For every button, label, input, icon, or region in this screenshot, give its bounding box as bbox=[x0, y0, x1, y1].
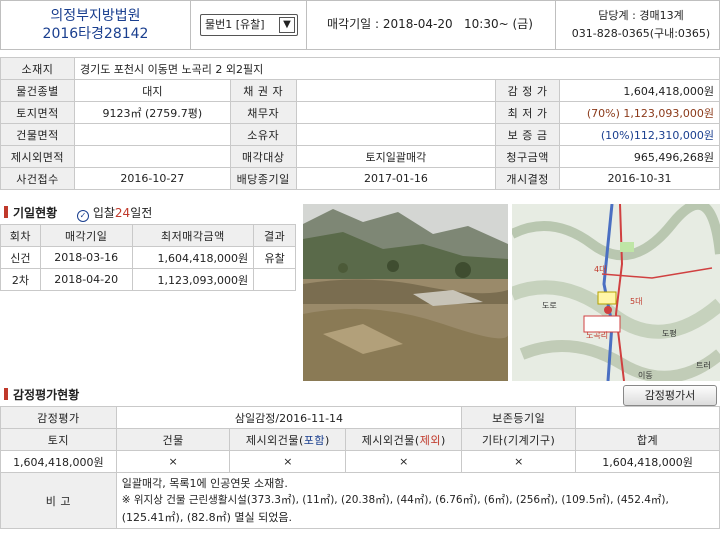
owner-label: 소유자 bbox=[229, 123, 297, 146]
appraisal-report-button[interactable]: 감정평가서 bbox=[623, 385, 717, 406]
retention-date-value bbox=[575, 406, 720, 429]
history-col-result: 결과 bbox=[253, 224, 296, 247]
min-price-value: (70%) 1,123,093,000원 bbox=[559, 101, 720, 124]
court-name: 의정부지방법원 bbox=[50, 8, 141, 24]
claim-amount-label: 청구금액 bbox=[495, 145, 561, 168]
map-label: 5대 bbox=[630, 297, 643, 306]
section-bar-icon bbox=[4, 388, 8, 400]
deposit-value: (10%)112,310,000원 bbox=[559, 123, 720, 146]
map-icon bbox=[512, 204, 720, 381]
creditor-label: 채 권 자 bbox=[229, 79, 297, 102]
sale-date: 매각기일 : 2018-04-20 10:30~ (금) bbox=[306, 1, 556, 49]
sale-date-value: : 2018-04-20 10:30~ (금) bbox=[375, 17, 533, 31]
retention-date-label: 보존등기일 bbox=[461, 406, 577, 429]
excluded-area-value bbox=[73, 145, 231, 168]
property-info-table: 소재지 경기도 포천시 이동면 노곡리 2 외2필지 물건종별 대지 채 권 자… bbox=[0, 57, 720, 190]
map-label: 4대 bbox=[594, 265, 607, 274]
col-land: 토지 bbox=[0, 428, 117, 451]
history-title: 기일현황 bbox=[4, 204, 57, 221]
building-area-value bbox=[73, 123, 231, 146]
section-bar-icon bbox=[4, 206, 8, 218]
land-area-value: 9123㎡ (2759.7평) bbox=[73, 101, 231, 124]
item-select-value: 물번1 [유찰] bbox=[205, 18, 265, 31]
col-building: 건물 bbox=[115, 428, 231, 451]
claim-amount-value: 965,496,268원 bbox=[559, 145, 720, 168]
phone-number: 031-828-0365(구내:0365) bbox=[571, 27, 711, 40]
chevron-down-icon[interactable]: ▼ bbox=[279, 17, 295, 33]
type-label: 물건종별 bbox=[0, 79, 75, 102]
col-total: 합계 bbox=[575, 428, 720, 451]
history-col-price: 최저매각금액 bbox=[131, 224, 255, 247]
item-select[interactable]: 물번1 [유찰] ▼ bbox=[200, 14, 298, 36]
map-label: 도평 bbox=[662, 329, 677, 338]
table-row: 신건 2018-03-16 1,604,418,000원 유찰 bbox=[0, 246, 296, 269]
map-label: 트러 bbox=[696, 361, 711, 370]
owner-value bbox=[295, 123, 497, 146]
dividend-deadline-value: 2017-01-16 bbox=[295, 167, 497, 190]
sale-target-label: 매각대상 bbox=[229, 145, 297, 168]
map-label: 노곡리 bbox=[586, 331, 609, 340]
bid-countdown: ✓ 입찰24일전 bbox=[77, 204, 152, 222]
case-header: 의정부지방법원 2016타경28142 물번1 [유찰] ▼ 매각기일 : 20… bbox=[0, 0, 720, 50]
appraisal-org-value: 삼일감정/2016-11-14 bbox=[115, 406, 463, 429]
remark-label: 비 고 bbox=[0, 472, 117, 529]
debtor-label: 채무자 bbox=[229, 101, 297, 124]
debtor-value bbox=[295, 101, 497, 124]
deposit-label: 보 증 금 bbox=[495, 123, 561, 146]
appraisal-price-label: 감 정 가 bbox=[495, 79, 561, 102]
table-row: 2차 2018-04-20 1,123,093,000원 bbox=[0, 268, 296, 291]
excluded-area-label: 제시외면적 bbox=[0, 145, 75, 168]
col-excluded-excl: 제시외건물(제외) bbox=[345, 428, 463, 451]
creditor-value bbox=[295, 79, 497, 102]
appraisal-org-label: 감정평가 bbox=[0, 406, 117, 429]
court-block: 의정부지방법원 2016타경28142 bbox=[1, 1, 191, 49]
location-map[interactable]: 4대 5대 도로 이동 노곡리 도평 트러 bbox=[512, 204, 720, 381]
start-decision-value: 2016-10-31 bbox=[559, 167, 720, 190]
remark-value: 일괄매각, 목록1에 인공연못 소재함. ※ 위지상 건물 근린생활시설(373… bbox=[115, 472, 720, 529]
min-price-label: 최 저 가 bbox=[495, 101, 561, 124]
case-accept-value: 2016-10-27 bbox=[73, 167, 231, 190]
sale-date-label: 매각기일 bbox=[327, 17, 372, 31]
table-row: 1,604,418,000원 × × × × 1,604,418,000원 bbox=[0, 450, 720, 473]
contact-info: 담당계 : 경매13계 031-828-0365(구내:0365) bbox=[563, 7, 719, 43]
landscape-photo-icon bbox=[303, 204, 508, 381]
history-col-date: 매각기일 bbox=[39, 224, 133, 247]
property-photo[interactable] bbox=[303, 204, 508, 381]
appraisal-title: 감정평가현황 bbox=[4, 386, 79, 403]
map-label: 이동 bbox=[638, 371, 653, 380]
bid-days: 24 bbox=[114, 206, 131, 220]
history-col-round: 회차 bbox=[0, 224, 41, 247]
col-other: 기타(기계기구) bbox=[461, 428, 577, 451]
case-number: 2016타경28142 bbox=[42, 26, 149, 42]
building-area-label: 건물면적 bbox=[0, 123, 75, 146]
case-accept-label: 사건접수 bbox=[0, 167, 75, 190]
appraisal-price-value: 1,604,418,000원 bbox=[559, 79, 720, 102]
sale-target-value: 토지일괄매각 bbox=[295, 145, 497, 168]
land-area-label: 토지면적 bbox=[0, 101, 75, 124]
appraisal-table: 감정평가 삼일감정/2016-11-14 보존등기일 토지 건물 제시외건물(포… bbox=[0, 406, 720, 529]
address-label: 소재지 bbox=[0, 57, 75, 80]
address-value: 경기도 포천시 이동면 노곡리 2 외2필지 bbox=[73, 57, 720, 80]
dividend-deadline-label: 배당종기일 bbox=[229, 167, 297, 190]
history-table: 회차 매각기일 최저매각금액 결과 신건 2018-03-16 1,604,41… bbox=[0, 224, 296, 291]
dept-label: 담당계 : 경매13계 bbox=[598, 9, 684, 22]
start-decision-label: 개시결정 bbox=[495, 167, 561, 190]
map-label: 도로 bbox=[542, 301, 557, 310]
type-value: 대지 bbox=[73, 79, 231, 102]
col-excluded-incl: 제시외건물(포함) bbox=[229, 428, 347, 451]
clock-check-icon: ✓ bbox=[77, 210, 89, 222]
